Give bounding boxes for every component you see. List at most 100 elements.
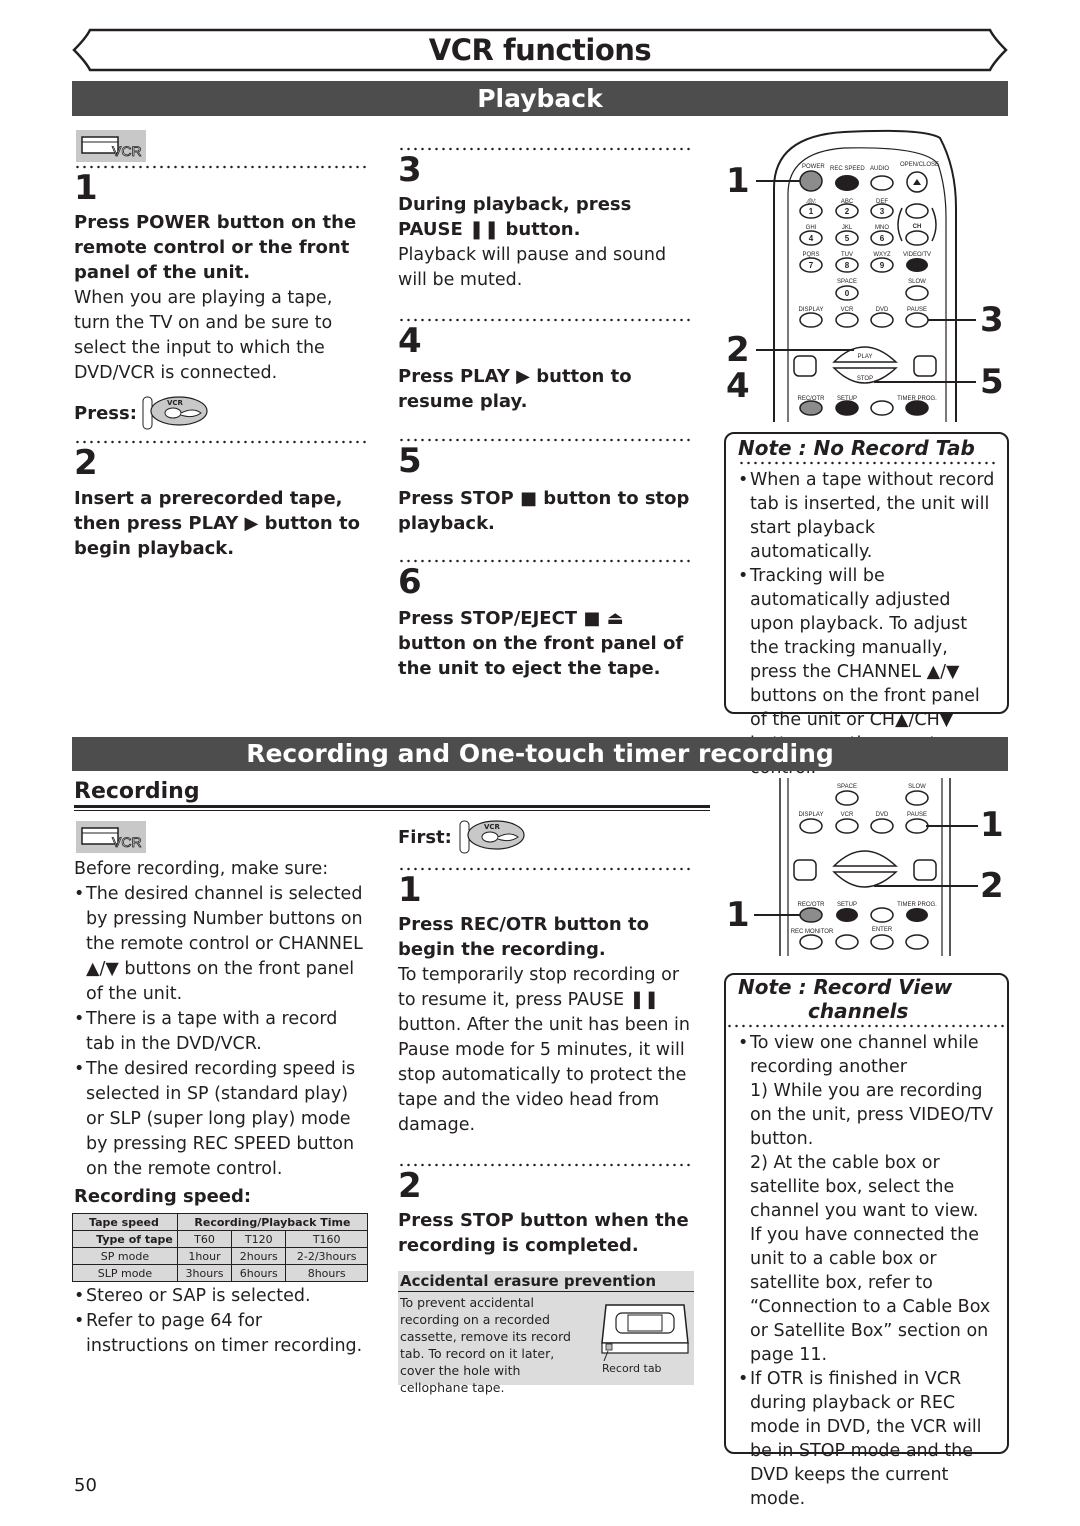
step-number: 6 <box>398 562 422 602</box>
section-header-playback: Playback <box>72 81 1008 116</box>
vcr-button-icon: VCR <box>459 820 525 854</box>
divider <box>398 147 694 151</box>
checklist-item: • Refer to page 64 for instructions on ti… <box>74 1311 363 1356</box>
page-number: 50 <box>74 1475 97 1496</box>
step-instruction: Press STOP button when the recording is … <box>398 1210 689 1256</box>
svg-text:7: 7 <box>809 261 814 270</box>
table-header: Tape speed <box>72 1213 178 1231</box>
svg-text:GHI: GHI <box>806 225 817 231</box>
table-cell: 2hours <box>231 1247 287 1265</box>
press-label: Press: <box>74 402 137 424</box>
record-tab-label: Record tab <box>602 1362 662 1375</box>
vcr-badge: VCR <box>76 130 146 162</box>
svg-text:1: 1 <box>809 207 814 216</box>
svg-text:PAUSE: PAUSE <box>907 307 927 313</box>
step-instruction: Press PLAY ▶ button to resume play. <box>398 366 632 412</box>
note-title: Note : Record View channels <box>738 975 953 1023</box>
accidental-erasure-box: Accidental erasure prevention To prevent… <box>398 1271 694 1395</box>
step-instruction: Press POWER button on the remote control… <box>74 212 357 283</box>
callout-number: 1 <box>726 895 750 935</box>
remote-control-image: POWER REC SPEED AUDIO OPEN/CLOSE .@/: AB… <box>756 129 976 422</box>
svg-text:DISPLAY: DISPLAY <box>799 812 824 818</box>
svg-text:MNO: MNO <box>875 225 889 231</box>
divider <box>398 559 694 563</box>
svg-text:PQRS: PQRS <box>802 252 819 258</box>
recording-speed-table: Tape speed Recording/Playback Time Type … <box>72 1213 369 1282</box>
step-instruction-line: During playback, press <box>398 194 632 215</box>
svg-text:0: 0 <box>845 289 850 298</box>
step-instruction: Press STOP ■ button to stop playback. <box>398 488 690 534</box>
table-cell: T60 <box>176 1230 233 1248</box>
svg-text:SLOW: SLOW <box>908 279 926 285</box>
svg-text:SPACE: SPACE <box>837 279 857 285</box>
svg-text:CH: CH <box>913 224 922 230</box>
vcr-cassette-icon: VCR <box>81 827 142 850</box>
remote-illustration-playback: POWER REC SPEED AUDIO OPEN/CLOSE .@/: AB… <box>724 128 1014 424</box>
svg-text:DVD: DVD <box>876 307 889 313</box>
svg-text:TIMER PROG.: TIMER PROG. <box>897 902 937 908</box>
cassette-icon <box>601 1304 689 1361</box>
table-header: Recording/Playback Time <box>176 1213 369 1231</box>
svg-text:VCR: VCR <box>112 834 142 850</box>
remote-illustration-recording: SPACE SLOW DISPLAY VCR DVD PAUSE PLAY ST… <box>724 776 1014 956</box>
svg-text:REC SPEED: REC SPEED <box>830 166 865 172</box>
step-number: 1 <box>398 870 422 910</box>
step-number: 4 <box>398 321 422 361</box>
svg-text:9: 9 <box>880 261 885 270</box>
checklist-item: • The desired recording speed is selected… <box>74 1059 356 1179</box>
svg-text:POWER: POWER <box>802 164 825 170</box>
divider <box>398 318 694 322</box>
table-cell: 1hour <box>176 1247 233 1265</box>
subheading-rule <box>74 805 710 811</box>
table-header: Type of tape <box>72 1230 178 1248</box>
divider <box>738 461 999 465</box>
svg-text:5: 5 <box>845 234 850 243</box>
callout-number: 1 <box>726 161 750 201</box>
step-instruction: Press REC/OTR button to begin the record… <box>398 914 649 960</box>
vcr-cassette-icon: VCR <box>81 136 142 159</box>
table-header-row: Tape speed Recording/Playback Time <box>72 1213 369 1231</box>
step-instruction-line: PAUSE ❚❚ button. <box>398 219 581 240</box>
recording-speed-heading: Recording speed: <box>74 1186 252 1207</box>
callout-number: 2 <box>980 866 1004 906</box>
note-title: Note : No Record Tab <box>738 436 975 460</box>
svg-text:JKL: JKL <box>842 225 853 231</box>
svg-text:DVD: DVD <box>876 812 889 818</box>
svg-text:AUDIO: AUDIO <box>870 166 889 172</box>
svg-text:REC MONITOR: REC MONITOR <box>791 929 834 935</box>
step-number: 2 <box>74 443 98 483</box>
table-cell: 2-2/3hours <box>285 1247 368 1265</box>
table-cell: 3hours <box>176 1264 233 1282</box>
table-cell: T120 <box>231 1230 287 1248</box>
press-vcr-row: Press: VCR <box>74 393 211 433</box>
divider <box>398 1163 694 1167</box>
callout-number: 4 <box>726 366 750 406</box>
page-title-banner: VCR functions <box>72 28 1008 72</box>
svg-text:REC/OTR: REC/OTR <box>798 902 826 908</box>
power-button <box>799 170 823 192</box>
divider <box>398 867 694 871</box>
recording-intro: Before recording, make sure: <box>74 859 329 879</box>
note-record-view-channels: Note : Record View channels • To view one… <box>724 973 1009 1509</box>
callout-number: 5 <box>980 362 1004 402</box>
page-title: VCR functions <box>428 33 652 67</box>
vcr-button-icon: VCR <box>142 396 208 430</box>
svg-text:PAUSE: PAUSE <box>907 812 927 818</box>
svg-text:PLAY: PLAY <box>858 354 873 360</box>
svg-text:OPEN/CLOSE: OPEN/CLOSE <box>900 162 939 168</box>
svg-text:8: 8 <box>845 261 850 270</box>
svg-text:VIDEO/TV: VIDEO/TV <box>903 252 931 258</box>
step-detail: When you are playing a tape, turn the TV… <box>74 288 333 383</box>
svg-text:3: 3 <box>880 207 885 216</box>
divider <box>74 440 370 444</box>
svg-text:SLOW: SLOW <box>908 784 926 790</box>
divider <box>74 165 370 169</box>
table-row: SP mode 1hour 2hours 2-2/3hours <box>72 1247 368 1265</box>
section-header-recording: Recording and One-touch timer recording <box>72 737 1008 771</box>
svg-text:VCR: VCR <box>841 307 854 313</box>
table-cell: T160 <box>285 1230 368 1248</box>
note-no-record-tab: Note : No Record Tab • When a tape withou… <box>724 432 1009 778</box>
step-instruction: Insert a prerecorded tape, then press PL… <box>74 488 360 559</box>
recording-checklist: • The desired channel is selected by pres… <box>74 882 370 1182</box>
svg-text:SETUP: SETUP <box>837 902 857 908</box>
